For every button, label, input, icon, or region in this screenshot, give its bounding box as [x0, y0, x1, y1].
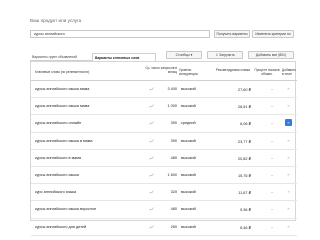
- impression-share: –: [271, 155, 274, 160]
- add-to-plan-button[interactable]: »: [285, 223, 292, 230]
- avg-searches: 1 600: [167, 173, 177, 177]
- col-impression-share[interactable]: Процент показов объявл.: [253, 68, 281, 77]
- keyword-text[interactable]: курсы английского языка: [35, 173, 79, 177]
- suggested-bid: 23,77 ₽: [238, 139, 251, 144]
- trend-chart-icon[interactable]: [149, 156, 154, 160]
- download-button[interactable]: ⇩ Загрузить: [207, 51, 243, 59]
- keyword-text[interactable]: курс английского языка: [35, 190, 76, 194]
- col-suggested-bid[interactable]: Рекомендуемая ставка: [215, 68, 251, 73]
- add-to-plan-button[interactable]: »: [285, 85, 292, 92]
- avg-searches: 260: [170, 224, 177, 229]
- keyword-text[interactable]: курсы английского языка в мама: [35, 139, 92, 143]
- avg-searches: 480: [170, 207, 177, 212]
- impression-share: –: [271, 224, 274, 229]
- download-label: Загрузить: [219, 53, 235, 57]
- keyword-text[interactable]: курсы английского для детей: [35, 225, 86, 229]
- impression-share: –: [271, 207, 274, 212]
- add-to-plan-button[interactable]: »: [285, 154, 292, 161]
- tab-bar: Варианты групп объявлений Варианты ключе…: [30, 53, 156, 61]
- search-input[interactable]: курсы английского: [30, 30, 210, 38]
- add-to-plan-button[interactable]: »: [285, 102, 292, 109]
- table-row[interactable]: курсы английского для детей 260 высокий 6,4…: [31, 219, 297, 236]
- add-all-button[interactable]: Добавить все (801): [248, 51, 294, 59]
- avg-searches: 1 000: [167, 104, 177, 109]
- product-prompt-label: Ваш продукт или услуга: [30, 18, 82, 23]
- get-variants-button[interactable]: Получить варианты: [214, 30, 250, 38]
- table-row[interactable]: курсы английского языка 1 600 высокий 15,76…: [31, 167, 297, 185]
- tab-adgroup-ideas[interactable]: Варианты групп объявлений: [30, 53, 92, 61]
- suggested-bid: 6,06 ₽: [240, 122, 251, 127]
- impression-share: –: [271, 190, 274, 195]
- trend-chart-icon[interactable]: [149, 224, 154, 229]
- avg-searches: 390: [170, 121, 177, 126]
- table-row[interactable]: курсы английского языка мама 1 000 высокий…: [31, 98, 297, 116]
- change-criteria-button[interactable]: Изменить критерии по: [252, 30, 294, 38]
- competition-level: высокий: [181, 173, 196, 177]
- add-to-plan-button[interactable]: »: [285, 119, 292, 127]
- table-row[interactable]: курс английского языка 320 высокий 11,67 ₽ –…: [31, 184, 297, 202]
- suggested-bid: 15,76 ₽: [238, 174, 251, 178]
- table-header: Ключевые слова (по релевантности) Ср. чи…: [31, 62, 297, 81]
- columns-button[interactable]: Столбцы ▾: [166, 51, 202, 59]
- impression-share: –: [271, 104, 274, 109]
- trend-chart-icon[interactable]: [149, 207, 154, 212]
- add-to-plan-button[interactable]: »: [285, 137, 292, 144]
- table-row[interactable]: курсы английского языка мама 3 400 высокий…: [31, 81, 297, 99]
- col-keyword[interactable]: Ключевые слова (по релевантности): [35, 70, 89, 75]
- table-row[interactable]: курсы английского языка взрослое 480 высок…: [31, 201, 297, 219]
- trend-chart-icon[interactable]: [149, 104, 154, 108]
- col-add-to-plan: Добавить в план: [282, 68, 297, 76]
- trend-chart-icon[interactable]: [149, 138, 154, 143]
- table-row[interactable]: курсы английского онлайн 390 средний 6,06 ₽…: [31, 115, 297, 133]
- competition-level: высокий: [181, 87, 196, 91]
- col-competition[interactable]: Уровень конкуренции: [179, 68, 209, 77]
- keyword-text[interactable]: курсы английского онлайн: [35, 121, 81, 125]
- avg-searches: 390: [170, 138, 177, 143]
- keyword-text[interactable]: курсы английского языка мама: [35, 87, 89, 91]
- keyword-text[interactable]: курсы английского в мама: [35, 156, 81, 160]
- keyword-text[interactable]: курсы английского языка взрослое: [35, 207, 96, 211]
- competition-level: высокий: [181, 207, 196, 212]
- add-to-plan-button[interactable]: »: [285, 171, 292, 178]
- trend-chart-icon[interactable]: [149, 173, 154, 177]
- trend-chart-icon[interactable]: [149, 121, 154, 126]
- avg-searches: 480: [170, 155, 177, 160]
- table-row[interactable]: курсы английского языка в мама 390 высокий…: [31, 133, 297, 150]
- trend-chart-icon[interactable]: [149, 87, 154, 91]
- suggested-bid: 26,51 ₽: [238, 105, 251, 110]
- suggested-bid: 27,60 ₽: [238, 88, 251, 92]
- impression-share: –: [271, 87, 274, 91]
- suggested-bid: 11,67 ₽: [238, 191, 251, 196]
- competition-level: средний: [181, 121, 196, 126]
- competition-level: высокий: [181, 138, 196, 143]
- competition-level: высокий: [181, 224, 196, 229]
- suggested-bid: 9,36 ₽: [240, 208, 251, 213]
- impression-share: –: [271, 138, 274, 143]
- add-to-plan-button[interactable]: »: [285, 205, 292, 212]
- impression-share: –: [271, 121, 274, 126]
- keyword-table: Ключевые слова (по релевантности) Ср. чи…: [30, 61, 297, 236]
- avg-searches: 3 400: [167, 87, 177, 91]
- avg-searches: 320: [170, 190, 177, 195]
- col-avg-searches[interactable]: Ср. число запросов в месяц: [143, 66, 177, 75]
- suggested-bid: 6,46 ₽: [240, 225, 251, 230]
- keyword-text[interactable]: курсы английского языка мама: [35, 104, 89, 108]
- suggested-bid: 20,82 ₽: [238, 156, 251, 161]
- competition-level: высокий: [181, 155, 196, 160]
- competition-level: высокий: [181, 190, 196, 195]
- impression-share: –: [271, 173, 274, 177]
- tab-keyword-ideas[interactable]: Варианты ключевых слов: [92, 53, 156, 61]
- trend-chart-icon[interactable]: [149, 190, 154, 194]
- competition-level: высокий: [181, 104, 196, 109]
- add-to-plan-button[interactable]: »: [285, 188, 292, 195]
- table-row[interactable]: курсы английского в мама 480 высокий 20,82 …: [31, 150, 297, 167]
